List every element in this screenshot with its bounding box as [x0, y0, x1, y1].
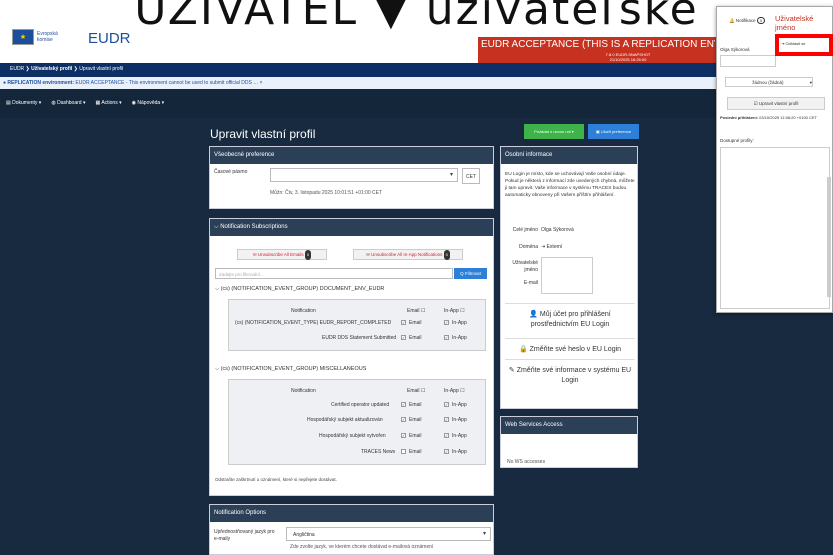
close-icon[interactable]: × [260, 80, 263, 86]
domain-label: Doména [519, 244, 538, 250]
table-row: TRACES News [361, 449, 396, 455]
inapp-checkbox[interactable]: ✓ In-App [444, 433, 467, 439]
change-password-link[interactable]: 🔒 Změňte své heslo v EU Login [505, 338, 635, 355]
email-checkbox[interactable]: ✓ Email [401, 433, 422, 439]
menu-actions[interactable]: ▦ Actions ▾ [95, 100, 121, 107]
request-role-button[interactable]: Požádat o novou roli ▾ [524, 124, 584, 139]
unsubscribe-all-emails-button[interactable]: ✉ Unsubscribe All Emails 0 [237, 249, 327, 260]
column-header-notification: Notification [291, 308, 316, 314]
inapp-checkbox[interactable]: ✓ In-App [444, 417, 467, 423]
email-checkbox[interactable]: Email [401, 449, 422, 455]
breadcrumb-root[interactable]: EUDR [10, 66, 24, 72]
group-misc[interactable]: ⌵ (cs) (NOTIFICATION_EVENT_GROUP) MISCEL… [215, 366, 366, 373]
language-label: Upřednostňovaný jazyk pro e-maily [214, 529, 275, 542]
group-doc-env-table: Notification Email ☐ In-App ☐ (cs) (NOTI… [228, 299, 486, 351]
eu-login-account-link[interactable]: 👤 Můj účet pro přihlášení prostřednictví… [505, 303, 635, 330]
panel-header: Notification Options [210, 505, 493, 522]
unsubscribe-note: Odstraňte zaškrtnutí u oznámení, které s… [215, 477, 337, 482]
column-header-notification: Notification [291, 388, 316, 394]
email-checkbox[interactable]: ✓ Email [401, 417, 422, 423]
table-row: Hospodářský subjekt vytvořen [319, 433, 386, 439]
panel-header: Osobní informace [501, 147, 637, 164]
language-select[interactable]: Angličtina ▾ [286, 527, 491, 541]
logout-button[interactable]: ⇥ Odhlásit se [781, 41, 806, 46]
table-row: Hospodářský subjekt aktualizován [307, 417, 383, 423]
user-icon: 👤 [529, 311, 538, 318]
profiles-scrollbar[interactable] [827, 177, 831, 297]
replication-notice: ● REPLICATION environment: EUDR ACCEPTAN… [0, 77, 833, 89]
timezone-select[interactable]: ▾ [270, 168, 458, 182]
overlay-title-text: UŽIVATEL ▼ užívateľské [134, 0, 699, 35]
menu-help[interactable]: ◉ Nápověda ▾ [132, 100, 164, 107]
panel-header: Web Services Access [501, 417, 637, 434]
table-row: EUDR DDS Statement Submitted [322, 335, 397, 341]
breadcrumb: EUDR ❯ Uživatelský profil ❯ Upravit vlas… [0, 63, 833, 77]
environment-banner: EUDR ACCEPTANCE (THIS IS A REPLICATION E… [478, 37, 718, 63]
page-title: Upravit vlastní profil [210, 127, 316, 141]
edit-profile-button[interactable]: ☑ Upravit vlastní profil [727, 97, 825, 110]
panel-header[interactable]: ⌵ Notification Subscriptions [210, 219, 493, 236]
main-menu: ▤ Dokumenty ▾ ◍ Dashboard ▾ ▦ Actions ▾ … [0, 89, 833, 118]
breadcrumb-current: Upravit vlastní profil [79, 66, 124, 72]
notification-options-panel: Notification Options Upřednostňovaný jaz… [209, 504, 494, 555]
inapp-checkbox[interactable]: ✓ In-App [444, 335, 467, 341]
external-icon: ⇥ [541, 244, 546, 250]
email-checkbox[interactable]: ✓ Email [401, 335, 422, 341]
user-name-field [720, 55, 776, 67]
filter-input[interactable]: Zadejte pro filtrování... [215, 268, 453, 279]
personal-info-panel: Osobní informace EU Login je místo, kde … [500, 146, 638, 409]
inapp-checkbox[interactable]: ✓ In-App [444, 320, 467, 326]
username-box [541, 257, 593, 294]
breadcrumb-profile[interactable]: Uživatelský profil [31, 66, 72, 72]
save-preferences-button[interactable]: ▣ Uložit preference [588, 124, 639, 139]
general-preferences-panel: Všeobecné preference Časové pásmo ▾ CET … [209, 146, 494, 209]
table-row: (cs) (NOTIFICATION_EVENT_TYPE) EUDR_REPO… [235, 320, 392, 326]
last-login: Poslední přihlášení: 03/10/2025 11:58:20… [720, 115, 818, 120]
logout-highlight: ⇥ Odhlásit se [775, 34, 833, 56]
timezone-unit: CET [462, 168, 480, 184]
logout-icon: ⇥ [781, 41, 785, 46]
change-info-link[interactable]: ✎ Změňte své informace v systému EU Logi… [505, 359, 635, 386]
email-checkbox[interactable]: ✓ Email [401, 402, 422, 408]
timezone-label: Časové pásmo [214, 169, 248, 175]
inapp-checkbox[interactable]: ✓ In-App [444, 449, 467, 455]
email-label: E-mail [523, 280, 538, 286]
pencil-icon: ✎ [508, 367, 515, 374]
language-hint: Zde zvolte jazyk, ve kterém chcete dostá… [290, 544, 434, 550]
menu-dashboard[interactable]: ◍ Dashboard ▾ [51, 100, 85, 107]
personal-info-text: EU Login je místo, kde se uchovávají Vaš… [505, 172, 635, 198]
column-header-inapp: In-App ☐ [444, 388, 465, 394]
profiles-list[interactable] [720, 147, 830, 309]
inapp-checkbox[interactable]: ✓ In-App [444, 402, 467, 408]
username-label: Uživatelské jméno [512, 260, 538, 273]
filter-button[interactable]: Q Filtrovat [454, 268, 487, 279]
panel-header: Všeobecné preference [210, 147, 493, 164]
full-name-label: Celé jméno [512, 227, 538, 233]
column-header-email: Email ☐ [407, 388, 426, 394]
role-select[interactable]: žádnou (žádná) ▾ [725, 77, 813, 87]
current-time-text: Můžn: Čtv, 3. listopadu 2025 10:01:51 +0… [270, 190, 383, 196]
email-checkbox[interactable]: ✓ Email [401, 320, 422, 326]
chevron-down-icon: ▾ [449, 172, 453, 178]
lock-icon: 🔒 [518, 346, 528, 353]
column-header-inapp: In-App ☐ [444, 308, 465, 314]
web-services-panel: Web Services Access No WS accesses [500, 416, 638, 468]
chevron-down-icon: ▾ [809, 80, 812, 85]
notification-subscriptions-panel: ⌵ Notification Subscriptions ✉ Unsubscri… [209, 218, 494, 496]
dropdown-user-name: Olga Sýkorová [720, 47, 750, 52]
table-row: Certified operator updated [331, 402, 390, 408]
full-name-value: Olga Sýkorová [541, 227, 574, 233]
chevron-down-icon: ▾ [482, 531, 486, 537]
unsubscribe-all-inapp-button[interactable]: ✉ Unsubscribe All In-App Notifications 0 [353, 249, 463, 260]
group-misc-table: Notification Email ☐ In-App ☐ Certified … [228, 379, 486, 465]
available-profiles-label: Dostupné profily: [720, 138, 754, 143]
column-header-email: Email ☐ [407, 308, 426, 314]
no-ws-text: No WS accesses [507, 459, 546, 465]
group-doc-env[interactable]: ⌵ (cs) (NOTIFICATION_EVENT_GROUP) DOCUME… [215, 286, 384, 293]
info-icon: ● [3, 80, 7, 86]
menu-documents[interactable]: ▤ Dokumenty ▾ [6, 100, 41, 107]
domain-value: ⇥ Externí [541, 244, 563, 250]
